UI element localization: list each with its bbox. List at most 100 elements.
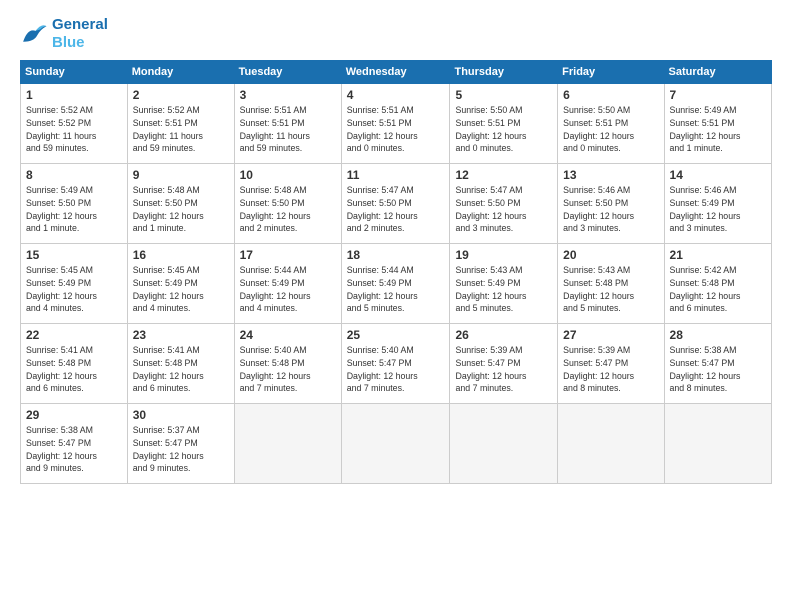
day-number: 11 [347, 168, 445, 182]
day-info: Sunrise: 5:42 AM Sunset: 5:48 PM Dayligh… [670, 264, 766, 315]
day-number: 25 [347, 328, 445, 342]
day-info: Sunrise: 5:46 AM Sunset: 5:49 PM Dayligh… [670, 184, 766, 235]
calendar-cell: 14 Sunrise: 5:46 AM Sunset: 5:49 PM Dayli… [664, 164, 771, 244]
calendar-header-thursday: Thursday [450, 61, 558, 84]
calendar-cell [234, 404, 341, 484]
day-number: 27 [563, 328, 658, 342]
calendar-cell: 13 Sunrise: 5:46 AM Sunset: 5:50 PM Dayli… [558, 164, 664, 244]
calendar-cell [664, 404, 771, 484]
day-number: 18 [347, 248, 445, 262]
day-number: 20 [563, 248, 658, 262]
day-number: 3 [240, 88, 336, 102]
calendar-cell: 24Sunrise: 5:40 AM Sunset: 5:48 PM Dayli… [234, 324, 341, 404]
day-info: Sunrise: 5:48 AM Sunset: 5:50 PM Dayligh… [133, 184, 229, 235]
day-number: 14 [670, 168, 766, 182]
calendar-week-row: 1Sunrise: 5:52 AM Sunset: 5:52 PM Daylig… [21, 84, 772, 164]
calendar-cell [341, 404, 450, 484]
calendar-cell: 21 Sunrise: 5:42 AM Sunset: 5:48 PM Dayli… [664, 244, 771, 324]
calendar-cell: 20 Sunrise: 5:43 AM Sunset: 5:48 PM Dayli… [558, 244, 664, 324]
calendar-cell: 11 Sunrise: 5:47 AM Sunset: 5:50 PM Dayli… [341, 164, 450, 244]
day-info: Sunrise: 5:52 AM Sunset: 5:52 PM Dayligh… [26, 104, 122, 155]
day-info: Sunrise: 5:45 AM Sunset: 5:49 PM Dayligh… [133, 264, 229, 315]
calendar-cell: 22 Sunrise: 5:41 AM Sunset: 5:48 PM Dayli… [21, 324, 128, 404]
calendar-cell [558, 404, 664, 484]
day-number: 12 [455, 168, 552, 182]
calendar-header-saturday: Saturday [664, 61, 771, 84]
calendar-cell: 29 Sunrise: 5:38 AM Sunset: 5:47 PM Dayli… [21, 404, 128, 484]
day-info: Sunrise: 5:38 AM Sunset: 5:47 PM Dayligh… [670, 344, 766, 395]
day-info: Sunrise: 5:50 AM Sunset: 5:51 PM Dayligh… [563, 104, 658, 155]
calendar-header-tuesday: Tuesday [234, 61, 341, 84]
calendar-cell: 6 Sunrise: 5:50 AM Sunset: 5:51 PM Daylig… [558, 84, 664, 164]
calendar-cell: 1Sunrise: 5:52 AM Sunset: 5:52 PM Daylig… [21, 84, 128, 164]
day-info: Sunrise: 5:49 AM Sunset: 5:51 PM Dayligh… [670, 104, 766, 155]
calendar-cell: 26Sunrise: 5:39 AM Sunset: 5:47 PM Dayli… [450, 324, 558, 404]
calendar-cell: 10Sunrise: 5:48 AM Sunset: 5:50 PM Dayli… [234, 164, 341, 244]
day-info: Sunrise: 5:47 AM Sunset: 5:50 PM Dayligh… [347, 184, 445, 235]
calendar-header-monday: Monday [127, 61, 234, 84]
calendar-week-row: 8 Sunrise: 5:49 AM Sunset: 5:50 PM Daylig… [21, 164, 772, 244]
day-info: Sunrise: 5:40 AM Sunset: 5:47 PM Dayligh… [347, 344, 445, 395]
calendar-cell: 19 Sunrise: 5:43 AM Sunset: 5:49 PM Dayli… [450, 244, 558, 324]
day-info: Sunrise: 5:47 AM Sunset: 5:50 PM Dayligh… [455, 184, 552, 235]
day-info: Sunrise: 5:45 AM Sunset: 5:49 PM Dayligh… [26, 264, 122, 315]
day-number: 17 [240, 248, 336, 262]
calendar-cell: 15 Sunrise: 5:45 AM Sunset: 5:49 PM Dayli… [21, 244, 128, 324]
calendar-cell: 2 Sunrise: 5:52 AM Sunset: 5:51 PM Daylig… [127, 84, 234, 164]
calendar-header-row: SundayMondayTuesdayWednesdayThursdayFrid… [21, 61, 772, 84]
calendar-cell [450, 404, 558, 484]
calendar-cell: 12 Sunrise: 5:47 AM Sunset: 5:50 PM Dayli… [450, 164, 558, 244]
logo-text: General Blue [52, 16, 108, 52]
day-number: 29 [26, 408, 122, 422]
day-info: Sunrise: 5:48 AM Sunset: 5:50 PM Dayligh… [240, 184, 336, 235]
day-info: Sunrise: 5:38 AM Sunset: 5:47 PM Dayligh… [26, 424, 122, 475]
calendar-cell: 4 Sunrise: 5:51 AM Sunset: 5:51 PM Daylig… [341, 84, 450, 164]
day-info: Sunrise: 5:49 AM Sunset: 5:50 PM Dayligh… [26, 184, 122, 235]
day-info: Sunrise: 5:37 AM Sunset: 5:47 PM Dayligh… [133, 424, 229, 475]
day-info: Sunrise: 5:43 AM Sunset: 5:49 PM Dayligh… [455, 264, 552, 315]
day-info: Sunrise: 5:51 AM Sunset: 5:51 PM Dayligh… [240, 104, 336, 155]
logo: General Blue [20, 16, 108, 52]
calendar-week-row: 22 Sunrise: 5:41 AM Sunset: 5:48 PM Dayli… [21, 324, 772, 404]
day-number: 19 [455, 248, 552, 262]
header: General Blue [20, 16, 772, 52]
calendar-header-sunday: Sunday [21, 61, 128, 84]
day-number: 8 [26, 168, 122, 182]
day-number: 22 [26, 328, 122, 342]
day-info: Sunrise: 5:52 AM Sunset: 5:51 PM Dayligh… [133, 104, 229, 155]
calendar-week-row: 29 Sunrise: 5:38 AM Sunset: 5:47 PM Dayli… [21, 404, 772, 484]
day-number: 30 [133, 408, 229, 422]
day-number: 23 [133, 328, 229, 342]
calendar-cell: 5Sunrise: 5:50 AM Sunset: 5:51 PM Daylig… [450, 84, 558, 164]
calendar-cell: 23 Sunrise: 5:41 AM Sunset: 5:48 PM Dayli… [127, 324, 234, 404]
day-number: 4 [347, 88, 445, 102]
page: General Blue SundayMondayTuesdayWednesda… [0, 0, 792, 612]
calendar-table: SundayMondayTuesdayWednesdayThursdayFrid… [20, 60, 772, 484]
calendar-cell: 30 Sunrise: 5:37 AM Sunset: 5:47 PM Dayli… [127, 404, 234, 484]
day-info: Sunrise: 5:44 AM Sunset: 5:49 PM Dayligh… [347, 264, 445, 315]
day-info: Sunrise: 5:43 AM Sunset: 5:48 PM Dayligh… [563, 264, 658, 315]
day-info: Sunrise: 5:46 AM Sunset: 5:50 PM Dayligh… [563, 184, 658, 235]
calendar-cell: 28 Sunrise: 5:38 AM Sunset: 5:47 PM Dayli… [664, 324, 771, 404]
day-number: 24 [240, 328, 336, 342]
day-info: Sunrise: 5:50 AM Sunset: 5:51 PM Dayligh… [455, 104, 552, 155]
calendar-cell: 17 Sunrise: 5:44 AM Sunset: 5:49 PM Dayli… [234, 244, 341, 324]
day-info: Sunrise: 5:41 AM Sunset: 5:48 PM Dayligh… [133, 344, 229, 395]
calendar-header-friday: Friday [558, 61, 664, 84]
day-info: Sunrise: 5:51 AM Sunset: 5:51 PM Dayligh… [347, 104, 445, 155]
calendar-cell: 18 Sunrise: 5:44 AM Sunset: 5:49 PM Dayli… [341, 244, 450, 324]
logo-icon [20, 20, 48, 48]
day-number: 21 [670, 248, 766, 262]
day-number: 28 [670, 328, 766, 342]
day-number: 2 [133, 88, 229, 102]
calendar-cell: 25 Sunrise: 5:40 AM Sunset: 5:47 PM Dayli… [341, 324, 450, 404]
day-number: 6 [563, 88, 658, 102]
day-number: 13 [563, 168, 658, 182]
day-number: 9 [133, 168, 229, 182]
day-number: 16 [133, 248, 229, 262]
day-number: 15 [26, 248, 122, 262]
day-info: Sunrise: 5:41 AM Sunset: 5:48 PM Dayligh… [26, 344, 122, 395]
day-info: Sunrise: 5:44 AM Sunset: 5:49 PM Dayligh… [240, 264, 336, 315]
calendar-cell: 8 Sunrise: 5:49 AM Sunset: 5:50 PM Daylig… [21, 164, 128, 244]
day-number: 7 [670, 88, 766, 102]
